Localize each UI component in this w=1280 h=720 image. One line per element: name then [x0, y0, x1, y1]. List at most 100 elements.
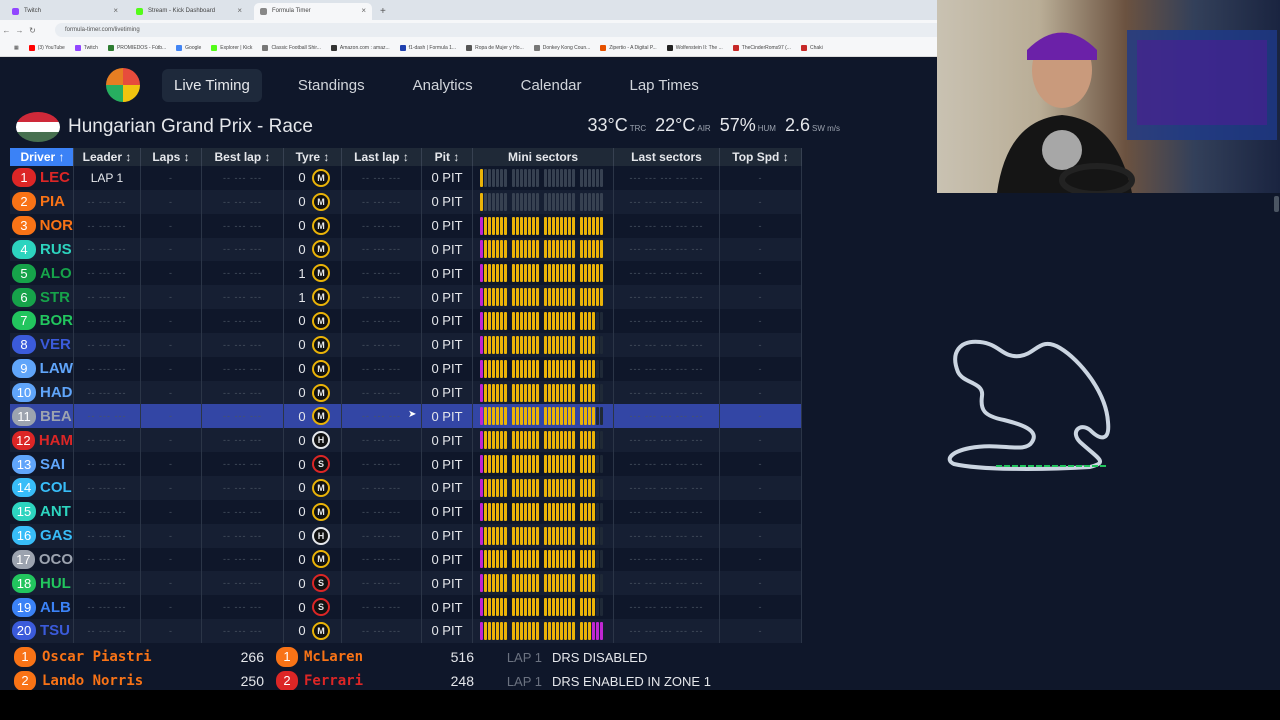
- table-row[interactable]: 2 PIA -- --- --- - -- --- --- 0 M -- --- --- 0 P…: [10, 189, 802, 214]
- nav-calendar[interactable]: Calendar: [509, 69, 594, 102]
- table-row[interactable]: 20 TSU -- --- --- - -- --- --- 0 M -- --- --- 0 …: [10, 619, 802, 643]
- table-row[interactable]: 10 HAD -- --- --- - -- --- --- 0 M -- --- --- 0 …: [10, 380, 802, 405]
- column-header[interactable]: Leader ↕: [74, 148, 141, 166]
- mini-sector-segment: [547, 311, 551, 330]
- best-lap-value: -- --- ---: [223, 602, 262, 613]
- best-lap-cell: -- --- ---: [202, 356, 284, 381]
- column-header[interactable]: Last sectors: [614, 148, 720, 166]
- table-row[interactable]: 5 ALO -- --- --- - -- --- --- 1 M -- --- --- 0 P…: [10, 261, 802, 286]
- table-row[interactable]: 15 ANT -- --- --- - -- --- --- 0 M -- --- --- 0 …: [10, 499, 802, 524]
- driver-standing-name[interactable]: Lando Norris: [42, 673, 202, 689]
- bookmark-item[interactable]: Amazon.com : amaz...: [330, 45, 390, 51]
- last-sectors-cell: --- --- --- --- ---: [614, 452, 720, 476]
- column-header[interactable]: Tyre ↕: [284, 148, 342, 166]
- mini-sector-segment: [599, 335, 603, 354]
- table-row[interactable]: 12 HAM -- --- --- - -- --- --- 0 H -- --- --- 0 …: [10, 428, 802, 453]
- mini-sector-segment: [579, 478, 583, 497]
- url-field[interactable]: formula-timer.com/livetiming: [55, 23, 955, 37]
- column-header[interactable]: Driver ↑: [10, 148, 74, 166]
- mini-sector-segment: [495, 598, 499, 617]
- bookmark-item[interactable]: Zipertio - A Digital P...: [600, 45, 657, 51]
- forward-icon[interactable]: →: [13, 26, 26, 35]
- mini-sector-group: [543, 407, 575, 426]
- column-header[interactable]: Mini sectors: [473, 148, 614, 166]
- browser-tab[interactable]: Twitch ×: [6, 3, 124, 20]
- table-row[interactable]: 18 HUL -- --- --- - -- --- --- 0 S -- --- --- 0 …: [10, 571, 802, 596]
- table-row[interactable]: 1 LEC LAP 1- -- --- --- 0 M -- --- --- 0 PIT ---…: [10, 166, 802, 190]
- bookmark-label: Ropa de Mujer y Ho...: [475, 45, 524, 51]
- bookmark-item[interactable]: Twitch: [74, 45, 98, 51]
- bookmark-item[interactable]: f1-dash | Formula 1...: [399, 45, 456, 51]
- browser-tab[interactable]: Stream - Kick Dashboard ×: [130, 3, 248, 20]
- close-icon[interactable]: ×: [361, 6, 366, 15]
- column-header[interactable]: Best lap ↕: [202, 148, 284, 166]
- bookmark-item[interactable]: (3) YouTube: [28, 45, 65, 51]
- mini-sector-segment: [479, 192, 483, 211]
- bookmark-item[interactable]: Google: [176, 45, 201, 51]
- new-tab-icon[interactable]: +: [372, 6, 394, 20]
- mini-sector-segment: [491, 574, 495, 593]
- table-row[interactable]: 16 GAS -- --- --- - -- --- --- 0 H -- --- --- 0 …: [10, 523, 802, 548]
- back-icon[interactable]: ←: [0, 26, 13, 35]
- bookmark-item[interactable]: TheCinderRoms97 (...: [732, 45, 791, 51]
- mini-sector-segment: [499, 431, 503, 450]
- last-lap-value: -- --- ---: [362, 244, 401, 255]
- column-header[interactable]: Pit ↕: [422, 148, 473, 166]
- driver-abbr: NOR: [39, 217, 73, 235]
- nav-analytics[interactable]: Analytics: [401, 69, 485, 102]
- bookmark-item[interactable]: Wolfenstein II: The ...: [666, 45, 723, 51]
- close-icon[interactable]: ×: [113, 6, 118, 15]
- table-row[interactable]: 9 LAW -- --- --- - -- --- --- 0 M -- --- --- 0 P…: [10, 356, 802, 381]
- mini-sector-segment: [503, 431, 507, 450]
- mini-sector-segment: [587, 168, 591, 187]
- bookmark-item[interactable]: Chaki: [800, 45, 823, 51]
- scrollbar-thumb[interactable]: [1274, 196, 1279, 212]
- constructor-standing-name[interactable]: Ferrari: [304, 673, 434, 689]
- column-header[interactable]: Top Spd ↕: [720, 148, 802, 166]
- table-row[interactable]: 13 SAI -- --- --- - -- --- --- 0 S -- --- --- 0 …: [10, 452, 802, 476]
- bottom-panel: 1 Oscar Piastri 266 1 McLaren 516 LAP 1 DRS DIS…: [14, 645, 774, 693]
- mini-sector-segment: [567, 311, 571, 330]
- table-row[interactable]: 19 ALB -- --- --- - -- --- --- 0 S -- --- --- 0 …: [10, 595, 802, 620]
- table-row[interactable]: 8 VER -- --- --- - -- --- --- 0 M -- --- --- 0 P…: [10, 332, 802, 357]
- nav-lap-times[interactable]: Lap Times: [618, 69, 711, 102]
- mini-sector-segment: [487, 168, 491, 187]
- table-row[interactable]: 17 OCO -- --- --- - -- --- --- 0 M -- --- --- 0 …: [10, 547, 802, 572]
- constructor-standing-name[interactable]: McLaren: [304, 649, 434, 665]
- top-speed-cell: -: [720, 523, 802, 548]
- table-row[interactable]: 14 COL -- --- --- - -- --- --- 0 M -- --- --- 0 …: [10, 475, 802, 500]
- table-row[interactable]: 3 NOR -- --- --- - -- --- --- 0 M -- --- --- 0 P…: [10, 213, 802, 238]
- table-row[interactable]: 4 RUS -- --- --- - -- --- --- 0 M -- --- --- 0 P…: [10, 237, 802, 262]
- mini-sector-segment: [511, 598, 515, 617]
- tyre-age: 0: [298, 218, 306, 234]
- pit-cell: 0 PIT: [422, 452, 473, 476]
- bookmark-item[interactable]: Donkey Kong Coun...: [533, 45, 590, 51]
- driver-standing-name[interactable]: Oscar Piastri: [42, 649, 202, 665]
- top-speed-value: -: [758, 554, 763, 565]
- bookmark-item[interactable]: PROMIEDOS - Fútb...: [107, 45, 166, 51]
- close-icon[interactable]: ×: [237, 6, 242, 15]
- nav-live-timing[interactable]: Live Timing: [162, 68, 262, 102]
- reload-icon[interactable]: ↻: [26, 26, 39, 35]
- table-row[interactable]: 6 STR -- --- --- - -- --- --- 1 M -- --- --- 0 P…: [10, 285, 802, 310]
- apps-grid-icon[interactable]: ▦: [14, 45, 19, 51]
- mini-sector-segment: [595, 598, 599, 617]
- app-logo-icon[interactable]: [106, 68, 140, 102]
- mini-sector-segment: [595, 550, 599, 569]
- pit-cell: 0 PIT: [422, 332, 473, 357]
- mini-sector-segment: [487, 431, 491, 450]
- column-header[interactable]: Last lap ↕: [342, 148, 422, 166]
- best-lap-cell: -- --- ---: [202, 380, 284, 405]
- bookmark-item[interactable]: Ropa de Mujer y Ho...: [466, 45, 524, 51]
- bookmark-item[interactable]: Explorer | Kick: [211, 45, 252, 51]
- page-scrollbar[interactable]: [1273, 193, 1280, 690]
- table-row[interactable]: 7 BOR -- --- --- - -- --- --- 0 M -- --- --- 0 P…: [10, 309, 802, 333]
- nav-standings[interactable]: Standings: [286, 69, 377, 102]
- column-header[interactable]: Laps ↕: [141, 148, 202, 166]
- bookmark-item[interactable]: Classic Football Shir...: [262, 45, 321, 51]
- table-row[interactable]: 11 BEA -- --- --- - -- --- --- 0 M -- --- --- 0 …: [10, 404, 802, 429]
- mini-sector-segment: [499, 455, 503, 474]
- mini-sectors-cell: [473, 213, 614, 238]
- mini-sector-segment: [535, 598, 539, 617]
- browser-tab[interactable]: Formula Timer ×: [254, 3, 372, 20]
